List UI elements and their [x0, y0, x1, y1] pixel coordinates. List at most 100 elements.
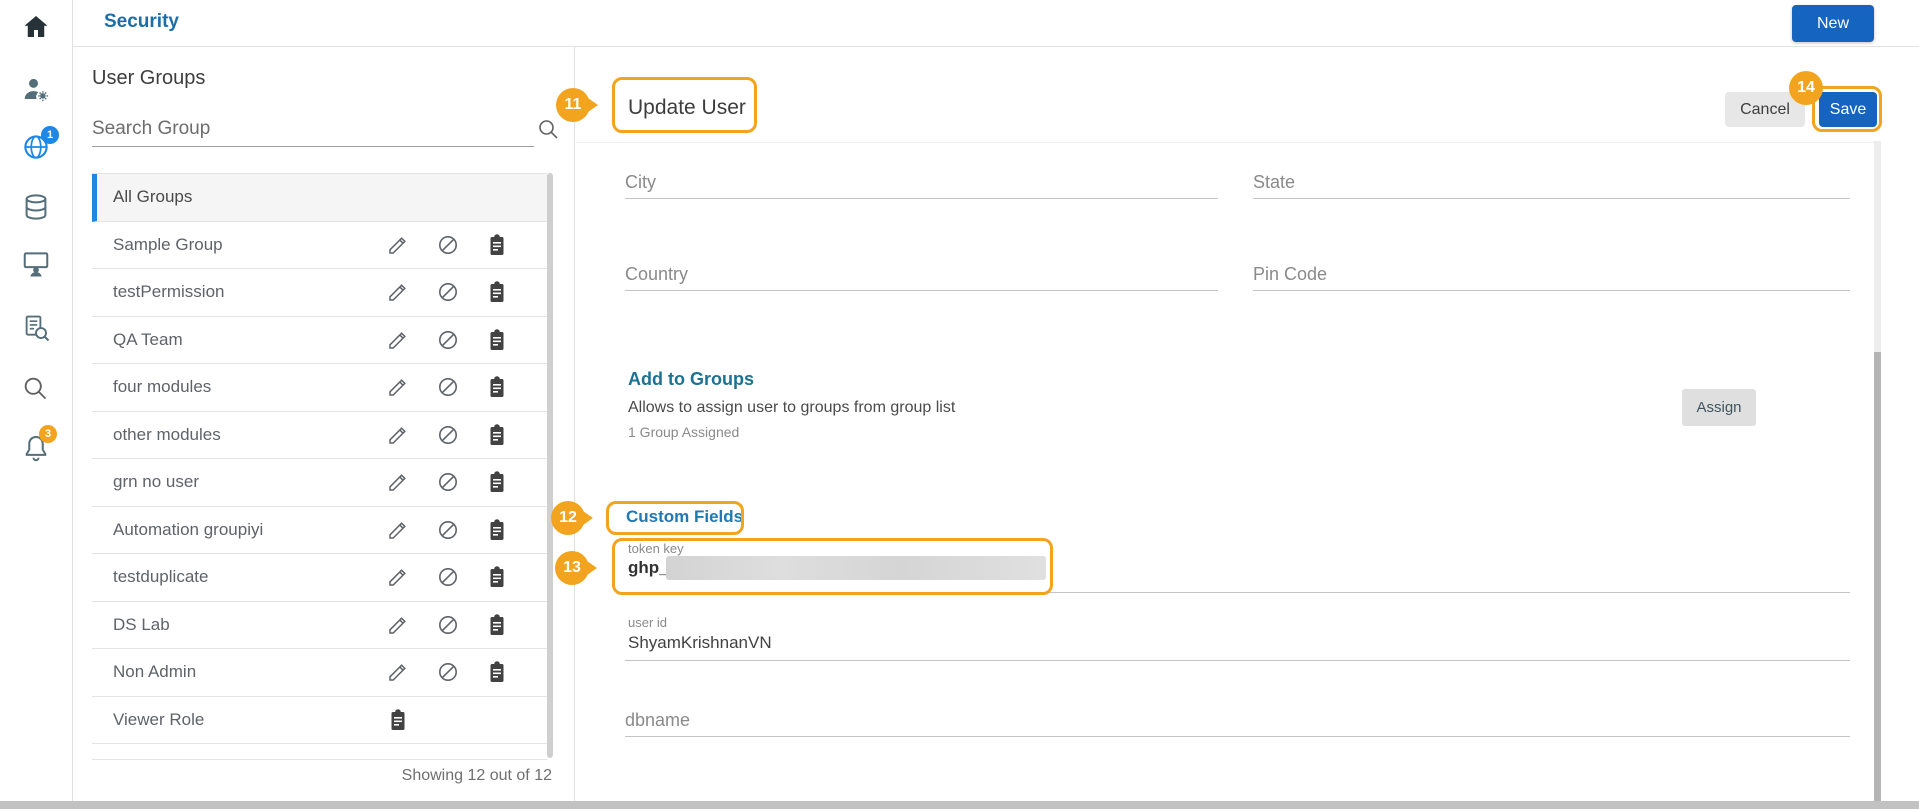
header-divider — [576, 142, 1874, 143]
edit-group-icon[interactable] — [386, 328, 410, 352]
group-clipboard-icon[interactable] — [485, 613, 509, 637]
annotation-badge-13: 13 — [555, 551, 589, 585]
user-groups-panel: User Groups All Groups Sample Group test… — [73, 47, 575, 801]
annotation-badge-11: 11 — [556, 88, 590, 122]
pin-code-field[interactable] — [1253, 259, 1850, 291]
disable-group-icon[interactable] — [436, 470, 460, 494]
home-icon[interactable] — [21, 12, 51, 42]
save-button[interactable]: Save — [1819, 92, 1877, 127]
user-id-value[interactable]: ShyamKrishnanVN — [628, 633, 772, 653]
groups-assigned-count: 1 Group Assigned — [628, 424, 739, 440]
group-row[interactable]: Viewer Role — [92, 697, 547, 745]
city-field[interactable] — [625, 167, 1218, 199]
edit-group-icon[interactable] — [386, 565, 410, 589]
edit-group-icon[interactable] — [386, 375, 410, 399]
search-icon[interactable] — [536, 117, 560, 141]
disable-group-icon[interactable] — [436, 328, 460, 352]
group-name: Automation groupiyi — [113, 520, 263, 540]
security-globe-icon[interactable]: 1 — [21, 132, 51, 162]
group-clipboard-icon[interactable] — [485, 565, 509, 589]
edit-group-icon[interactable] — [386, 518, 410, 542]
group-row[interactable]: four modules — [92, 364, 547, 412]
group-name: testPermission — [113, 282, 224, 302]
dbname-field[interactable] — [625, 705, 1850, 737]
group-row[interactable]: other modules — [92, 412, 547, 460]
group-clipboard-icon[interactable] — [386, 708, 410, 732]
group-name: other modules — [113, 425, 221, 445]
group-row[interactable]: DS Lab — [92, 602, 547, 650]
edit-group-icon[interactable] — [386, 280, 410, 304]
training-icon[interactable] — [21, 249, 51, 279]
group-name: grn no user — [113, 472, 199, 492]
edit-group-icon[interactable] — [386, 613, 410, 637]
group-row[interactable]: Non Admin — [92, 649, 547, 697]
disable-group-icon[interactable] — [436, 660, 460, 684]
disable-group-icon[interactable] — [436, 233, 460, 257]
main-scrollbar-thumb[interactable] — [1874, 352, 1881, 801]
edit-group-icon[interactable] — [386, 470, 410, 494]
user-id-label: user id — [628, 615, 667, 630]
add-to-groups-link[interactable]: Add to Groups — [628, 369, 754, 390]
disable-group-icon[interactable] — [436, 375, 460, 399]
group-name: QA Team — [113, 330, 183, 350]
edit-group-icon[interactable] — [386, 660, 410, 684]
group-row[interactable]: QA Team — [92, 317, 547, 365]
group-name: Non Admin — [113, 662, 196, 682]
audit-search-icon[interactable] — [21, 313, 51, 343]
token-key-value[interactable]: ghp_ — [628, 558, 669, 578]
user-settings-icon[interactable] — [21, 74, 51, 104]
group-row[interactable]: grn no user — [92, 459, 547, 507]
group-list: All Groups Sample Group testPermission Q… — [92, 173, 547, 744]
app-window: 1 3 Security New User Groups All Groups … — [0, 0, 1919, 809]
add-to-groups-description: Allows to assign user to groups from gro… — [628, 399, 955, 417]
annotation-badge-12: 12 — [551, 501, 585, 535]
group-name: DS Lab — [113, 615, 170, 635]
group-row-all-groups[interactable]: All Groups — [92, 174, 547, 222]
disable-group-icon[interactable] — [436, 613, 460, 637]
disable-group-icon[interactable] — [436, 518, 460, 542]
edit-group-icon[interactable] — [386, 233, 410, 257]
disable-group-icon[interactable] — [436, 565, 460, 589]
search-nav-icon[interactable] — [21, 374, 51, 404]
notifications-badge: 3 — [39, 425, 57, 443]
group-row[interactable]: Automation groupiyi — [92, 507, 547, 555]
group-clipboard-icon[interactable] — [485, 233, 509, 257]
groups-panel-title: User Groups — [92, 67, 205, 90]
disable-group-icon[interactable] — [436, 423, 460, 447]
group-search-input[interactable] — [92, 111, 534, 147]
group-clipboard-icon[interactable] — [485, 470, 509, 494]
edit-group-icon[interactable] — [386, 423, 410, 447]
user-id-underline — [625, 660, 1850, 661]
security-badge: 1 — [41, 126, 59, 144]
group-row[interactable]: Sample Group — [92, 222, 547, 270]
group-clipboard-icon[interactable] — [485, 660, 509, 684]
group-clipboard-icon[interactable] — [485, 375, 509, 399]
group-row[interactable]: testPermission — [92, 269, 547, 317]
token-key-underline — [625, 592, 1850, 593]
group-row[interactable]: testduplicate — [92, 554, 547, 602]
update-user-heading: Update User — [628, 96, 746, 120]
group-clipboard-icon[interactable] — [485, 328, 509, 352]
country-field[interactable] — [625, 259, 1218, 291]
topbar: Security New — [73, 0, 1919, 47]
notifications-bell-icon[interactable]: 3 — [21, 433, 51, 463]
group-count-text: Showing 12 out of 12 — [402, 767, 552, 785]
group-name: Viewer Role — [113, 710, 204, 730]
group-clipboard-icon[interactable] — [485, 518, 509, 542]
main-scrollbar[interactable] — [1874, 141, 1881, 801]
group-list-scrollbar[interactable] — [547, 173, 553, 758]
bottom-edge-strip — [0, 801, 1919, 809]
group-name: four modules — [113, 377, 211, 397]
assign-button[interactable]: Assign — [1682, 389, 1756, 426]
disable-group-icon[interactable] — [436, 280, 460, 304]
token-redacted-blur — [666, 556, 1046, 580]
state-field[interactable] — [1253, 167, 1850, 199]
update-user-panel: Update User Cancel Save Add to Groups Al… — [576, 47, 1919, 801]
list-divider — [92, 759, 547, 760]
group-clipboard-icon[interactable] — [485, 423, 509, 447]
new-button[interactable]: New — [1792, 5, 1874, 42]
group-name: testduplicate — [113, 567, 208, 587]
group-clipboard-icon[interactable] — [485, 280, 509, 304]
database-icon[interactable] — [21, 192, 51, 222]
custom-fields-link[interactable]: Custom Fields — [626, 507, 743, 527]
